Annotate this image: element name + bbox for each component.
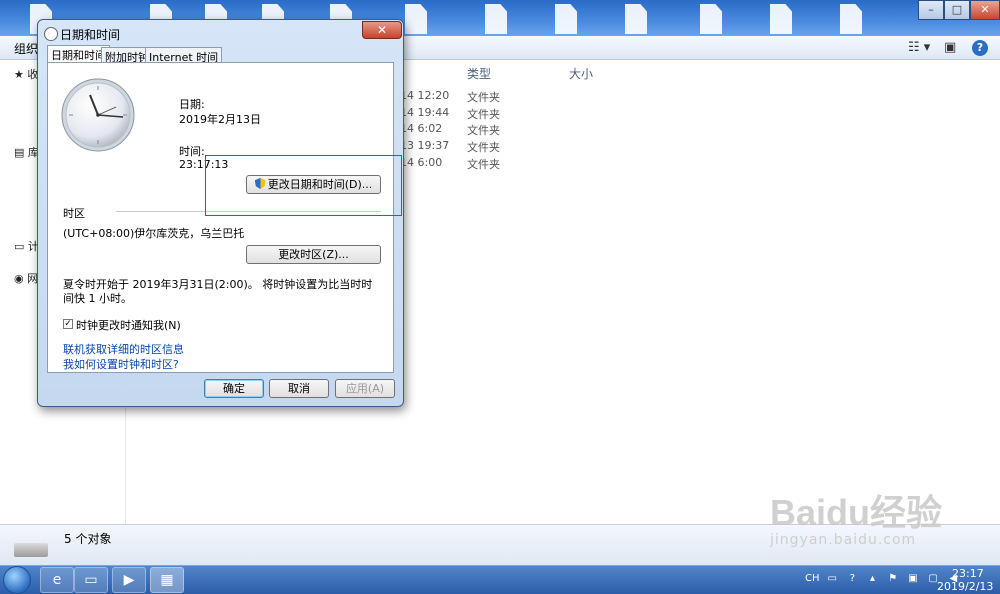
- cancel-button[interactable]: 取消: [269, 379, 329, 398]
- dst-info: 夏令时开始于 2019年3月31日(2:00)。 将时钟设置为比当时时间快 1 …: [63, 278, 373, 305]
- folder-icon: [700, 4, 722, 34]
- file-modified: 14 19:44: [400, 106, 450, 119]
- analog-clock-icon: [61, 78, 135, 152]
- highlight-annotation: [205, 155, 402, 216]
- file-modified: 14 6:00: [400, 156, 443, 169]
- nav-libraries[interactable]: ▤ 库: [14, 144, 39, 160]
- change-timezone-button[interactable]: 更改时区(Z)...: [246, 245, 381, 264]
- taskbar-clock-date[interactable]: 2019/2/13: [937, 580, 993, 593]
- file-type: 文件夹: [467, 108, 500, 121]
- file-type: 文件夹: [467, 91, 500, 104]
- notify-checkbox[interactable]: ✓: [63, 319, 73, 329]
- expand-icon[interactable]: ▴: [866, 572, 880, 586]
- folder-icon: [840, 4, 862, 34]
- online-timezone-link[interactable]: 联机获取详细的时区信息: [63, 341, 184, 357]
- date-label: 日期:: [179, 98, 205, 111]
- folder-icon[interactable]: ▭: [74, 567, 108, 593]
- start-button[interactable]: [3, 566, 31, 594]
- help-icon[interactable]: ?: [845, 572, 859, 586]
- ie-icon[interactable]: e: [40, 567, 74, 593]
- file-type: 文件夹: [467, 141, 500, 154]
- column-header-size[interactable]: 大小: [569, 65, 593, 82]
- nav-network[interactable]: ◉ 网: [14, 270, 38, 286]
- network-icon[interactable]: ▣: [906, 572, 920, 586]
- file-modified: 14 12:20: [400, 89, 450, 102]
- file-type: 文件夹: [467, 158, 500, 171]
- flag-icon[interactable]: ⚑: [886, 572, 900, 586]
- language-indicator[interactable]: CH: [805, 572, 820, 586]
- nav-favorites[interactable]: ★ 收: [14, 66, 38, 82]
- folder-icon: [770, 4, 792, 34]
- apply-button[interactable]: 应用(A): [335, 379, 395, 398]
- taskbar-clock-time[interactable]: 23:17: [952, 567, 984, 580]
- drive-icon: [14, 543, 48, 557]
- file-modified: 13 19:37: [400, 139, 450, 152]
- watermark-logo: Baidu经验: [770, 492, 943, 533]
- watermark: Baidu经验 jingyan.baidu.com: [770, 484, 942, 548]
- dialog-title: 日期和时间: [60, 28, 121, 42]
- tab-internet-time[interactable]: Internet 时间: [145, 47, 223, 64]
- help-icon[interactable]: ?: [972, 40, 988, 56]
- clock-icon: [44, 27, 58, 41]
- timezone-value: (UTC+08:00)伊尔库茨克，乌兰巴托: [63, 227, 245, 240]
- close-button[interactable]: ✕: [362, 21, 402, 39]
- tab-panel: 日期: 2019年2月13日 时间: 23:17:13 更改日期和时间(D)..…: [47, 62, 394, 373]
- date-value: 2019年2月13日: [179, 113, 261, 126]
- folder-icon: [405, 4, 427, 34]
- folder-icon: [555, 4, 577, 34]
- item-count: 5 个对象: [64, 532, 112, 546]
- howto-link[interactable]: 我如何设置时钟和时区?: [63, 356, 179, 372]
- time-label: 时间:: [179, 145, 205, 158]
- minimize-button[interactable]: –: [918, 0, 944, 20]
- media-player-icon[interactable]: ▶: [112, 567, 146, 593]
- nav-computer[interactable]: ▭ 计: [14, 238, 39, 254]
- maximize-button[interactable]: □: [944, 0, 970, 20]
- keyboard-icon[interactable]: ▭: [825, 572, 839, 586]
- column-header-type[interactable]: 类型: [467, 65, 491, 82]
- organize-menu[interactable]: 组织: [14, 40, 38, 57]
- view-options-icon[interactable]: ☷ ▾: [908, 40, 930, 55]
- folder-icon: [485, 4, 507, 34]
- notify-label[interactable]: 时钟更改时通知我(N): [76, 317, 181, 333]
- timezone-header: 时区: [63, 207, 85, 220]
- taskbar: e ▭ ▶ ▦ CH ▭ ? ▴ ⚑ ▣ ▢ ◀ 23:17 2019/2/13: [0, 565, 1000, 594]
- preview-pane-icon[interactable]: ▣: [944, 40, 956, 55]
- file-type: 文件夹: [467, 124, 500, 137]
- folder-icon: [625, 4, 647, 34]
- ok-button[interactable]: 确定: [204, 379, 264, 398]
- datetime-app-icon[interactable]: ▦: [150, 567, 184, 593]
- file-modified: 14 6:02: [400, 122, 443, 135]
- close-button[interactable]: ✕: [970, 0, 1000, 20]
